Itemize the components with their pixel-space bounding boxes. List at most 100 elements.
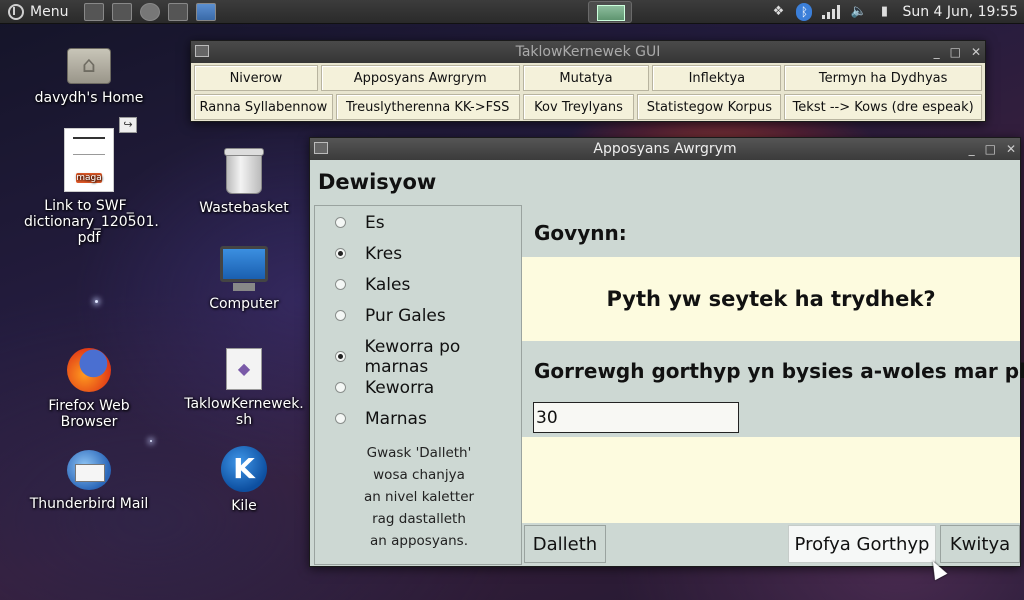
app-titlebar[interactable]: Apposyans Awrgrym _ □ ✕ bbox=[310, 138, 1020, 160]
home-folder-icon bbox=[67, 48, 111, 84]
pdf-file-icon: maga ↪ bbox=[64, 117, 137, 192]
treuslytherenna-button[interactable]: Treuslytherenna KK->FSS bbox=[335, 94, 520, 120]
bluetooth-icon[interactable]: ᛒ bbox=[796, 3, 813, 21]
desktop-icon-home[interactable]: davydh's Home bbox=[24, 48, 154, 106]
desktop-icon-label: Wastebasket bbox=[199, 200, 289, 216]
radio-button-selected[interactable] bbox=[335, 351, 346, 362]
radio-button[interactable] bbox=[335, 279, 346, 290]
desktop-icon-computer[interactable]: Computer bbox=[179, 246, 309, 312]
desktop-icon-thunderbird[interactable]: Thunderbird Mail bbox=[24, 450, 154, 512]
desktop-icon-wastebasket[interactable]: Wastebasket bbox=[179, 148, 309, 216]
radio-label: Kres bbox=[365, 243, 403, 264]
close-icon[interactable]: ✕ bbox=[1006, 138, 1016, 160]
radio-label: Pur Gales bbox=[365, 305, 446, 326]
quiz-panel: Govynn: Pyth yw seytek ha trydhek? Gorre… bbox=[522, 205, 1024, 567]
window-icon[interactable] bbox=[196, 2, 217, 21]
maximize-icon[interactable]: □ bbox=[950, 41, 961, 63]
radio-label: Kales bbox=[365, 274, 411, 295]
close-icon[interactable]: ✕ bbox=[971, 41, 981, 63]
niverow-button[interactable]: Niverow bbox=[194, 65, 318, 91]
mutatya-button[interactable]: Mutatya bbox=[522, 65, 650, 91]
terminal-icon[interactable] bbox=[112, 2, 133, 21]
hint-line: an nivel kaletter bbox=[363, 489, 475, 505]
hint-line: wosa chanjya bbox=[373, 467, 465, 483]
window-controls: _ □ ✕ bbox=[969, 138, 1016, 160]
desktop-icon-taklow-script[interactable]: TaklowKernewek. sh bbox=[179, 348, 309, 428]
radio-option-kales[interactable]: Kales bbox=[315, 269, 521, 300]
desktop-icon-label: Computer bbox=[209, 296, 279, 312]
answer-input[interactable] bbox=[533, 402, 739, 433]
radio-button-selected[interactable] bbox=[335, 248, 346, 259]
menu-label: Menu bbox=[30, 3, 69, 20]
desktop-icon-label: Firefox Web Browser bbox=[48, 398, 130, 430]
minimize-icon[interactable]: _ bbox=[969, 138, 975, 160]
clock[interactable]: Sun 4 Jun, 19:55 bbox=[902, 4, 1018, 20]
maximize-icon[interactable]: □ bbox=[985, 138, 996, 160]
thunderbird-icon bbox=[67, 450, 111, 490]
files-icon[interactable] bbox=[140, 2, 161, 21]
radio-option-pur-gales[interactable]: Pur Gales bbox=[315, 300, 521, 331]
gui-button-row: Niverow Apposyans Awrgrym Mutatya Inflek… bbox=[194, 65, 983, 91]
minimize-icon[interactable]: _ bbox=[934, 41, 940, 63]
taskbar-window-button[interactable] bbox=[588, 1, 632, 23]
question-box: Pyth yw seytek ha trydhek? bbox=[522, 257, 1020, 341]
hint-line: rag dastalleth bbox=[372, 511, 466, 527]
app-window-title: Apposyans Awrgrym bbox=[593, 141, 737, 157]
options-heading: Dewisyow bbox=[318, 170, 437, 194]
pdf-thumbnail-logo: maga bbox=[76, 173, 102, 183]
radio-label: Es bbox=[365, 212, 385, 233]
radio-label: Marnas bbox=[365, 408, 427, 429]
radio-option-keworra[interactable]: Keworra bbox=[315, 372, 521, 403]
apposyans-window: Apposyans Awrgrym _ □ ✕ Dewisyow Es Kres… bbox=[309, 137, 1024, 567]
radio-button[interactable] bbox=[335, 310, 346, 321]
start-button[interactable]: Dalleth bbox=[524, 525, 606, 563]
radio-option-kres[interactable]: Kres bbox=[315, 238, 521, 269]
menu-button[interactable]: Menu bbox=[0, 0, 76, 24]
kov-treylyans-button[interactable]: Kov Treylyans bbox=[522, 94, 635, 120]
desktop-icon-firefox[interactable]: Firefox Web Browser bbox=[24, 348, 154, 430]
gui-button-grid: Niverow Apposyans Awrgrym Mutatya Inflek… bbox=[191, 63, 985, 125]
window-menu-icon[interactable] bbox=[195, 45, 209, 57]
termyn-ha-dydhyas-button[interactable]: Termyn ha Dydhyas bbox=[784, 65, 983, 91]
radio-option-keworra-po-marnas[interactable]: Keworra po marnas bbox=[315, 337, 521, 377]
top-panel: Menu ❖ ᛒ 🔈 ▮ Sun 4 Jun, 19:55 bbox=[0, 0, 1024, 24]
apposyans-awrgrym-button[interactable]: Apposyans Awrgrym bbox=[320, 65, 520, 91]
radio-button[interactable] bbox=[335, 413, 346, 424]
script-file-icon bbox=[226, 348, 262, 390]
statistegow-korpus-button[interactable]: Statistegow Korpus bbox=[637, 94, 782, 120]
instruction-text: Gorrewgh gorthyp yn bysies a-woles mar p… bbox=[534, 359, 1024, 383]
network-signal-icon[interactable] bbox=[822, 5, 841, 19]
inflektya-button[interactable]: Inflektya bbox=[652, 65, 782, 91]
pdf-thumbnail-lines bbox=[73, 137, 105, 155]
radio-option-marnas[interactable]: Marnas bbox=[315, 403, 521, 434]
mint-logo-icon bbox=[8, 3, 24, 20]
volume-icon[interactable]: 🔈 bbox=[850, 4, 866, 20]
hint-text: Gwask 'Dalleth' wosa chanjya an nivel ka… bbox=[315, 442, 523, 552]
window-controls: _ □ ✕ bbox=[934, 41, 981, 63]
radio-button[interactable] bbox=[335, 217, 346, 228]
trash-icon bbox=[224, 148, 264, 194]
radio-option-es[interactable]: Es bbox=[315, 207, 521, 238]
check-answer-button[interactable]: Profya Gorthyp bbox=[788, 525, 936, 563]
hint-line: an apposyans. bbox=[370, 533, 468, 549]
show-desktop-icon[interactable] bbox=[84, 2, 105, 21]
quit-button[interactable]: Kwitya bbox=[940, 525, 1020, 563]
window-menu-icon[interactable] bbox=[314, 142, 328, 154]
gui-titlebar[interactable]: TaklowKernewek GUI _ □ ✕ bbox=[191, 41, 985, 63]
tekst-kows-button[interactable]: Tekst --> Kows (dre espeak) bbox=[784, 94, 983, 120]
desktop-icon-pdf-link[interactable]: maga ↪ Link to SWF_ dictionary_120501. p… bbox=[24, 117, 159, 246]
browser-icon[interactable] bbox=[168, 2, 189, 21]
question-text: Pyth yw seytek ha trydhek? bbox=[606, 287, 936, 311]
gui-window-title: TaklowKernewek GUI bbox=[515, 44, 661, 60]
radio-label: Keworra po marnas bbox=[364, 336, 461, 377]
dropbox-icon[interactable]: ❖ bbox=[770, 4, 786, 20]
desktop-icon-label: Link to SWF_ dictionary_120501. pdf bbox=[24, 198, 159, 246]
answer-area bbox=[522, 437, 1020, 523]
radio-button[interactable] bbox=[335, 382, 346, 393]
battery-icon[interactable]: ▮ bbox=[876, 4, 892, 20]
firefox-icon bbox=[67, 348, 111, 392]
ranna-syllabennow-button[interactable]: Ranna Syllabennow bbox=[194, 94, 333, 120]
desktop-icon-kile[interactable]: K Kile bbox=[179, 446, 309, 514]
computer-icon bbox=[220, 246, 268, 291]
taklow-gui-window: TaklowKernewek GUI _ □ ✕ Niverow Apposya… bbox=[190, 40, 986, 122]
